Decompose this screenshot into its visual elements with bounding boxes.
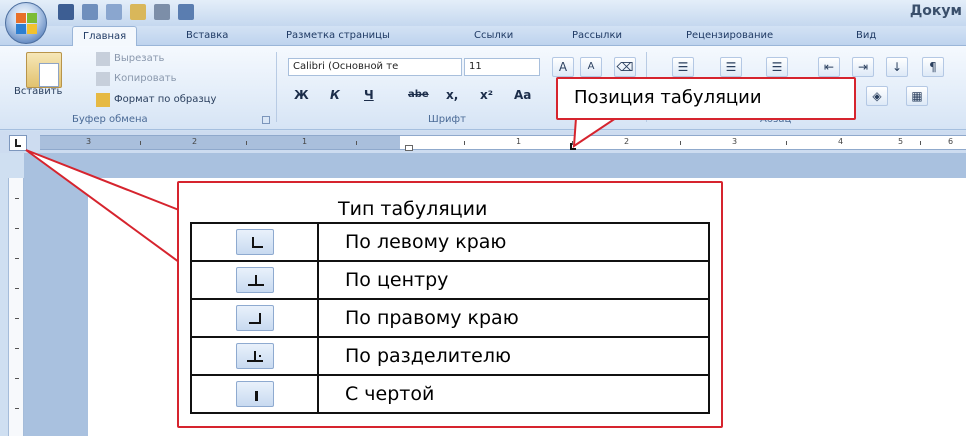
tab-type-label: По левому краю [317,222,710,262]
tab-type-callout: Тип табуляции По левому краю По центру П… [177,181,723,428]
position-callout-pointer [572,117,620,148]
tab-type-label: С чертой [317,374,710,414]
type-callout-pointer [25,149,180,264]
tab-type-label: По разделителю [317,336,710,376]
tab-type-title: Тип табуляции [338,198,488,220]
table-row: По центру [190,260,710,300]
tab-type-label: По центру [317,260,710,300]
decimal-tab-icon [235,343,274,369]
table-cell [190,336,319,376]
table-row: По левому краю [190,222,710,262]
tab-type-table: По левому краю По центру По правому краю [190,222,710,414]
bar-tab-icon [235,381,274,407]
table-cell [190,374,319,414]
table-row: По правому краю [190,298,710,338]
table-row: По разделителю [190,336,710,376]
table-cell [190,298,319,338]
tab-type-label: По правому краю [317,298,710,338]
right-tab-icon [235,305,274,331]
table-cell [190,260,319,300]
center-tab-icon [235,267,274,293]
table-cell [190,222,319,262]
tab-position-callout: Позиция табуляции [556,77,856,120]
left-tab-icon [235,229,274,255]
table-row: С чертой [190,374,710,414]
